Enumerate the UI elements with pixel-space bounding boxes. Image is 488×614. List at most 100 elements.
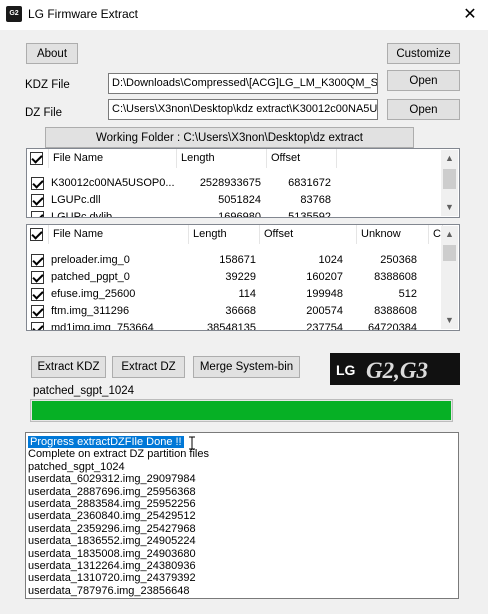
- col-length[interactable]: Length: [189, 225, 260, 244]
- col-length[interactable]: Length: [177, 149, 267, 168]
- log-output[interactable]: Progress extractDZFIle Done !! Complete …: [25, 432, 459, 599]
- row-checkbox[interactable]: [31, 177, 44, 190]
- offset-cell: 237754: [306, 322, 343, 331]
- select-all-checkbox[interactable]: [30, 228, 43, 241]
- row-checkbox[interactable]: [31, 194, 44, 207]
- dz-file-input[interactable]: C:\Users\X3non\Desktop\kdz extract\K3001…: [108, 99, 378, 120]
- extract-dz-button[interactable]: Extract DZ: [112, 356, 185, 378]
- row-checkbox[interactable]: [31, 305, 44, 318]
- col-offset[interactable]: Offset: [267, 149, 337, 168]
- row-checkbox[interactable]: [31, 322, 44, 330]
- app-icon: G2: [6, 6, 22, 22]
- log-line: userdata_787976.img_23856648: [28, 584, 190, 597]
- select-all-cell[interactable]: [27, 149, 49, 168]
- col-unknow[interactable]: Unknow: [357, 225, 429, 244]
- scroll-thumb[interactable]: [443, 245, 456, 261]
- file-name-cell: patched_pgpt_0: [51, 271, 130, 283]
- length-cell: 38548135: [207, 322, 256, 331]
- log-line: userdata_6029312.img_29097984: [28, 473, 196, 486]
- select-all-cell[interactable]: [27, 225, 49, 244]
- col-file-name[interactable]: File Name: [49, 225, 189, 244]
- row-checkbox[interactable]: [31, 288, 44, 301]
- log-line: userdata_1312264.img_24380936: [28, 560, 196, 572]
- table-row[interactable]: preloader.img_0 158671 1024 250368: [27, 252, 459, 269]
- dz-list-scrollbar[interactable]: ▲ ▼: [441, 226, 458, 329]
- scroll-up-icon[interactable]: ▲: [441, 226, 458, 243]
- offset-cell: 199948: [306, 288, 343, 300]
- select-all-checkbox[interactable]: [30, 152, 43, 165]
- file-name-cell: ftm.img_311296: [51, 305, 130, 317]
- scroll-down-icon[interactable]: ▼: [441, 199, 458, 216]
- offset-cell: 160207: [306, 271, 343, 283]
- unknow-cell: 8388608: [374, 305, 417, 317]
- window-title: LG Firmware Extract: [28, 7, 139, 21]
- merge-system-bin-button[interactable]: Merge System-bin: [193, 356, 300, 378]
- kdz-file-input[interactable]: D:\Downloads\Compressed\[ACG]LG_LM_K300Q…: [108, 73, 378, 94]
- table-row[interactable]: md1img.img_753664 38548135 237754 647203…: [27, 320, 459, 331]
- file-name-cell: LGUPc.dylib: [51, 211, 113, 218]
- progress-bar: [30, 399, 453, 422]
- table-row[interactable]: K30012c00NA5USOP0... 2528933675 6831672: [27, 175, 459, 192]
- length-cell: 158671: [219, 254, 256, 266]
- length-cell: 5051824: [218, 194, 261, 206]
- text-cursor-icon: [189, 436, 195, 450]
- log-line: userdata_2887696.img_25956368: [28, 485, 196, 498]
- open-kdz-button[interactable]: Open: [387, 70, 460, 91]
- file-name-cell: md1img.img_753664: [51, 322, 154, 331]
- offset-cell: 83768: [300, 194, 331, 206]
- dz-file-label: DZ File: [25, 107, 63, 119]
- log-line: userdata_1835008.img_24903680: [28, 547, 196, 560]
- about-button[interactable]: About: [26, 43, 78, 64]
- offset-cell: 200574: [306, 305, 343, 317]
- row-checkbox[interactable]: [31, 271, 44, 284]
- close-icon[interactable]: ✕: [458, 4, 482, 26]
- col-file-name[interactable]: File Name: [49, 149, 177, 168]
- logo-graphic: LG G2,G3: [336, 358, 428, 383]
- scroll-down-icon[interactable]: ▼: [441, 312, 458, 329]
- log-line: userdata_2360840.img_25429512: [28, 510, 196, 523]
- customize-button[interactable]: Customize: [387, 43, 460, 64]
- offset-cell: 6831672: [288, 177, 331, 189]
- length-cell: 36668: [225, 305, 256, 317]
- log-line: userdata_1836552.img_24905224: [28, 535, 196, 548]
- unknow-cell: 250368: [380, 254, 417, 266]
- kdz-list-scrollbar[interactable]: ▲ ▼: [441, 150, 458, 216]
- dz-file-list[interactable]: File Name Length Offset Unknow Co preloa…: [26, 224, 460, 331]
- log-line: userdata_1310720.img_24379392: [28, 572, 196, 585]
- offset-cell: 5135592: [288, 211, 331, 218]
- log-line: Progress extractDZFIle Done !!: [28, 436, 184, 449]
- kdz-file-list[interactable]: File Name Length Offset K30012c00NA5USOP…: [26, 148, 460, 218]
- file-name-cell: LGUPc.dll: [51, 194, 101, 206]
- title-bar: G2 LG Firmware Extract ✕: [0, 0, 488, 30]
- length-cell: 114: [238, 288, 256, 300]
- table-row[interactable]: efuse.img_25600 114 199948 512: [27, 286, 459, 303]
- logo-model-text: G2,G3: [366, 358, 428, 383]
- lg-g2-g3-logo: LG G2,G3: [330, 353, 460, 385]
- offset-cell: 1024: [318, 254, 343, 266]
- scroll-thumb[interactable]: [443, 169, 456, 189]
- kdz-list-header: File Name Length Offset: [27, 149, 459, 168]
- file-name-cell: K30012c00NA5USOP0...: [51, 177, 175, 189]
- unknow-cell: 64720384: [368, 322, 417, 331]
- row-checkbox[interactable]: [31, 211, 44, 217]
- length-cell: 1696980: [218, 211, 261, 218]
- open-dz-button[interactable]: Open: [387, 99, 460, 120]
- table-row[interactable]: ftm.img_311296 36668 200574 8388608: [27, 303, 459, 320]
- progress-label: patched_sgpt_1024: [33, 385, 135, 397]
- row-checkbox[interactable]: [31, 254, 44, 267]
- table-row[interactable]: LGUPc.dylib 1696980 5135592: [27, 209, 459, 218]
- unknow-cell: 8388608: [374, 271, 417, 283]
- table-row[interactable]: patched_pgpt_0 39229 160207 8388608: [27, 269, 459, 286]
- length-cell: 39229: [225, 271, 256, 283]
- working-folder-button[interactable]: Working Folder : C:\Users\X3non\Desktop\…: [45, 127, 414, 148]
- log-line: userdata_2883584.img_25952256: [28, 498, 196, 510]
- table-row[interactable]: LGUPc.dll 5051824 83768: [27, 192, 459, 209]
- col-offset[interactable]: Offset: [260, 225, 357, 244]
- dz-list-header: File Name Length Offset Unknow Co: [27, 225, 459, 244]
- scroll-up-icon[interactable]: ▲: [441, 150, 458, 167]
- extract-kdz-button[interactable]: Extract KDZ: [31, 356, 106, 378]
- logo-lg-text: LG: [336, 362, 356, 378]
- log-line: patched_sgpt_1024: [28, 460, 125, 473]
- progress-fill: [32, 401, 451, 420]
- log-line: userdata_2359296.img_25427968: [28, 522, 196, 535]
